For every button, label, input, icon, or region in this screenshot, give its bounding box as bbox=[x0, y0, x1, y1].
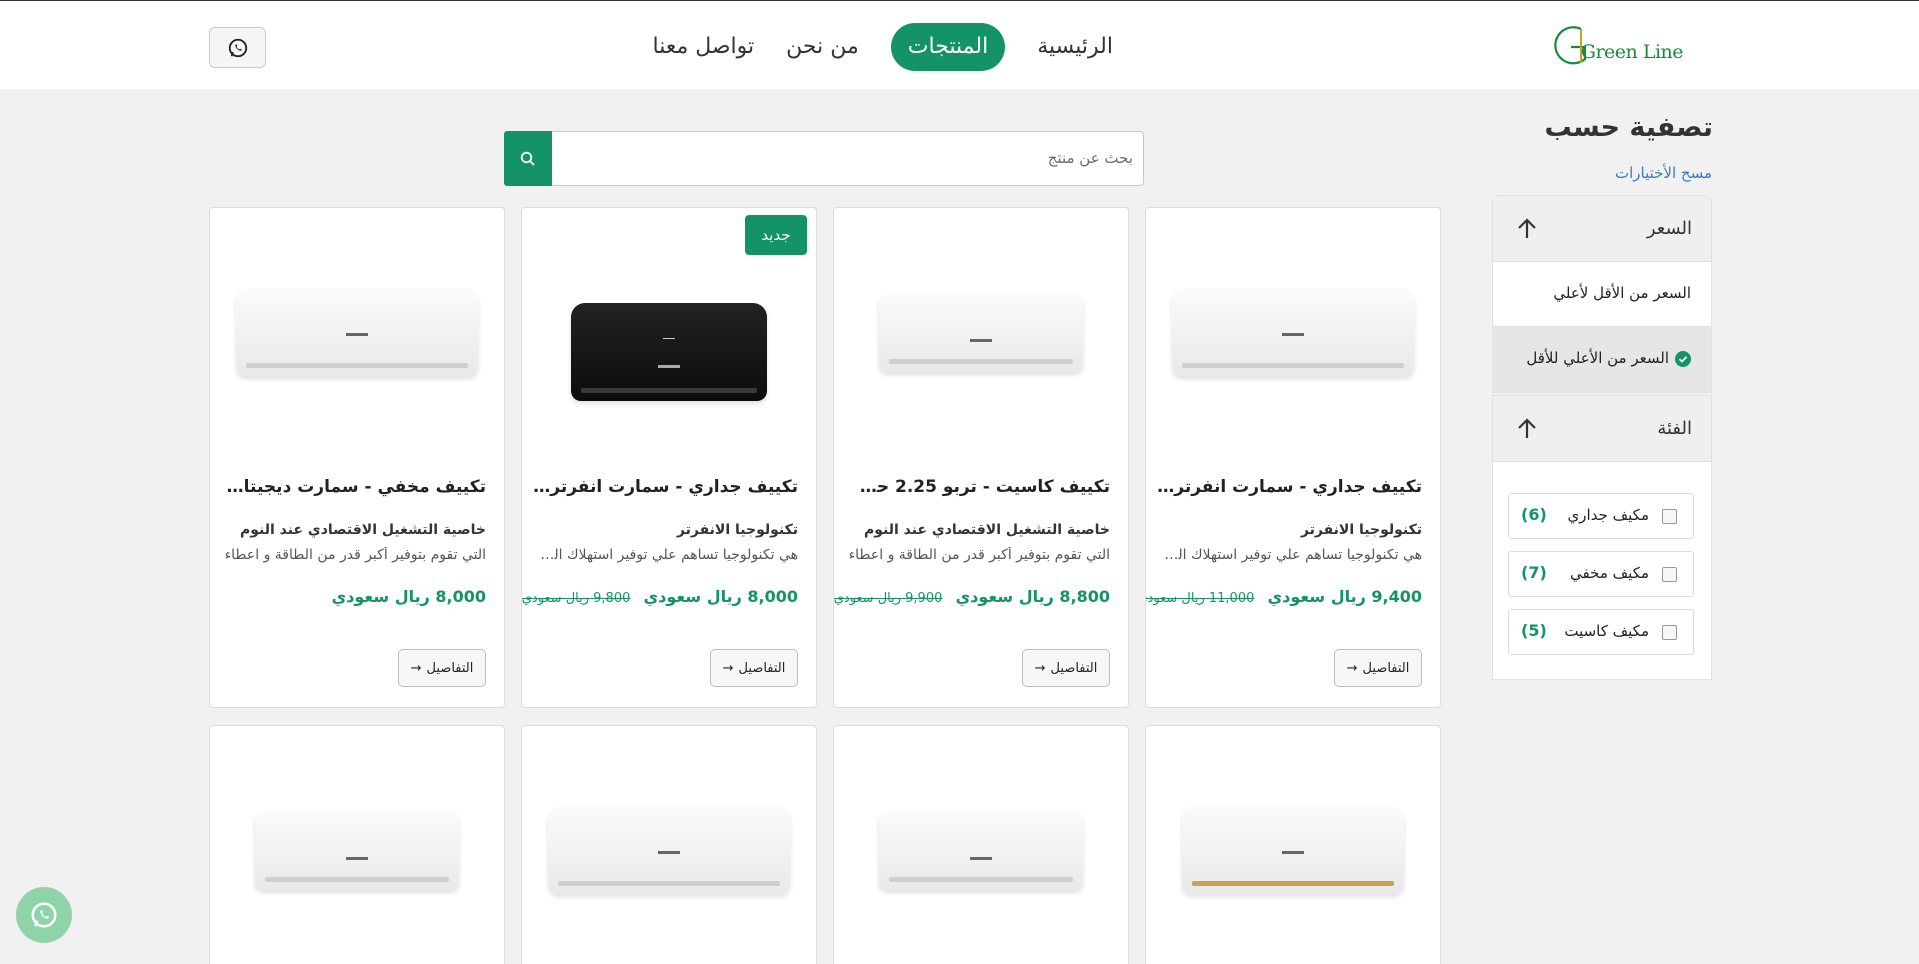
product-description: هي تكنولوجيا تساهم علي توفير استهلاك الك… bbox=[1157, 547, 1422, 563]
product-feature: تكنولوجيا الانفرتر bbox=[1300, 522, 1422, 538]
product-card[interactable] bbox=[521, 725, 817, 964]
current-price: 8,000 ريال سعودي bbox=[643, 587, 798, 606]
current-price: 9,400 ريال سعودي bbox=[1267, 587, 1422, 606]
category-option-wall[interactable]: مكيف جداري (6) bbox=[1508, 493, 1694, 539]
product-feature: تكنولوجيا الانفرتر bbox=[676, 522, 798, 538]
sort-high-to-low[interactable]: السعر من الأعلي للأقل bbox=[1493, 327, 1711, 392]
new-badge: جديد bbox=[745, 215, 807, 255]
category-count: (6) bbox=[1521, 505, 1547, 524]
filter-title: تصفية حسب bbox=[1544, 112, 1714, 143]
old-price: 9,900 ريال سعودي bbox=[833, 591, 943, 606]
nav-about[interactable]: من نحن bbox=[770, 23, 875, 71]
category-label: مكيف جداري bbox=[1567, 506, 1649, 524]
nav-home[interactable]: الرئيسية bbox=[1021, 23, 1129, 71]
product-card[interactable] bbox=[833, 725, 1129, 964]
main-nav: الرئيسية المنتجات من نحن تواصل معنا bbox=[636, 23, 1129, 71]
arrow-left-icon: → bbox=[1346, 660, 1358, 676]
arrow-left-icon: → bbox=[1034, 660, 1046, 676]
checkbox[interactable] bbox=[1662, 509, 1677, 524]
site-header: Green Line الرئيسية المنتجات من نحن تواص… bbox=[0, 1, 1919, 89]
product-title[interactable]: تكييف جداري - سمارت انفرتر بلازما bbox=[533, 477, 798, 497]
sort-option-label: السعر من الأقل لأعلي bbox=[1553, 284, 1691, 302]
whatsapp-button[interactable] bbox=[209, 27, 266, 68]
brand-logo[interactable]: Green Line bbox=[1547, 21, 1684, 71]
category-count: (5) bbox=[1521, 621, 1547, 640]
product-card[interactable]: تكييف مخفي - سمارت ديجيتال بارد خاصية ال… bbox=[209, 207, 505, 708]
arrow-left-icon: → bbox=[722, 660, 734, 676]
product-price: 8,800 ريال سعودي 9,900 ريال سعودي bbox=[834, 587, 1110, 606]
product-image bbox=[255, 812, 459, 890]
current-price: 8,000 ريال سعودي bbox=[331, 587, 486, 606]
product-title[interactable]: تكييف كاسيت - تربو 2.25 حصان بارد bbox=[845, 477, 1110, 497]
details-button[interactable]: التفاصيل → bbox=[1022, 649, 1110, 687]
product-card[interactable] bbox=[1145, 725, 1441, 964]
search-bar bbox=[504, 131, 1144, 186]
logo-text: Green Line bbox=[1580, 41, 1684, 63]
arrow-left-icon: → bbox=[410, 660, 422, 676]
product-card[interactable]: جديد تكييف جداري - سمارت انفرتر بلازما ت… bbox=[521, 207, 817, 708]
checkbox[interactable] bbox=[1662, 567, 1677, 582]
product-title[interactable]: تكييف مخفي - سمارت ديجيتال بارد bbox=[221, 477, 486, 497]
details-button[interactable]: التفاصيل → bbox=[398, 649, 486, 687]
current-price: 8,800 ريال سعودي bbox=[955, 587, 1110, 606]
product-image bbox=[548, 806, 790, 894]
arrow-up-icon bbox=[1518, 218, 1536, 238]
whatsapp-icon bbox=[31, 902, 57, 928]
details-button[interactable]: التفاصيل → bbox=[710, 649, 798, 687]
category-panel-title: الفئة bbox=[1657, 418, 1692, 439]
product-image bbox=[879, 812, 1083, 890]
details-label: التفاصيل bbox=[738, 660, 786, 676]
clear-filters-link[interactable]: مسح الأختيارات bbox=[1615, 164, 1712, 182]
product-description: التي تقوم بتوفير أكبر قدر من الطاقة و اع… bbox=[848, 547, 1110, 563]
nav-contact[interactable]: تواصل معنا bbox=[636, 23, 770, 71]
product-image bbox=[571, 303, 767, 401]
search-icon bbox=[520, 151, 535, 166]
product-card[interactable]: تكييف جداري - سمارت انفرتر بلس استهلاك ت… bbox=[1145, 207, 1441, 708]
product-card[interactable] bbox=[209, 725, 505, 964]
sort-low-to-high[interactable]: السعر من الأقل لأعلي bbox=[1493, 262, 1711, 327]
product-image bbox=[1172, 288, 1414, 376]
product-description: التي تقوم بتوفير أكبر قدر من الطاقة و اع… bbox=[224, 547, 486, 563]
category-label: مكيف مخفي bbox=[1570, 564, 1649, 582]
price-panel-header[interactable]: السعر bbox=[1493, 196, 1711, 262]
product-feature: خاصية التشغيل الاقتصادي عند النوم bbox=[863, 522, 1110, 538]
old-price: 11,000 ريال سعودي bbox=[1146, 591, 1255, 606]
product-price: 8,000 ريال سعودي 9,800 ريال سعودي bbox=[522, 587, 798, 606]
check-circle-icon bbox=[1675, 351, 1691, 367]
category-filter-panel: الفئة مكيف جداري (6) مكيف مخفي (7) مكيف … bbox=[1492, 395, 1712, 680]
category-label: مكيف كاسيت bbox=[1564, 622, 1649, 640]
category-count: (7) bbox=[1521, 563, 1547, 582]
product-price: 9,400 ريال سعودي 11,000 ريال سعودي bbox=[1146, 587, 1422, 606]
whatsapp-icon bbox=[228, 38, 247, 57]
category-panel-header[interactable]: الفئة bbox=[1493, 396, 1711, 462]
details-button[interactable]: التفاصيل → bbox=[1334, 649, 1422, 687]
whatsapp-float-button[interactable] bbox=[16, 887, 72, 943]
product-image bbox=[1182, 806, 1404, 894]
product-price: 8,000 ريال سعودي bbox=[331, 587, 486, 606]
product-card[interactable]: تكييف كاسيت - تربو 2.25 حصان بارد خاصية … bbox=[833, 207, 1129, 708]
price-filter-panel: السعر السعر من الأقل لأعلي السعر من الأع… bbox=[1492, 195, 1712, 393]
product-image bbox=[879, 294, 1083, 372]
nav-products[interactable]: المنتجات bbox=[890, 23, 1006, 71]
old-price: 9,800 ريال سعودي bbox=[521, 591, 631, 606]
checkbox[interactable] bbox=[1662, 625, 1677, 640]
details-label: التفاصيل bbox=[426, 660, 474, 676]
product-image bbox=[236, 288, 478, 376]
product-title[interactable]: تكييف جداري - سمارت انفرتر بلس استهلاك bbox=[1157, 477, 1422, 497]
details-label: التفاصيل bbox=[1050, 660, 1098, 676]
sort-option-label: السعر من الأعلي للأقل bbox=[1526, 349, 1669, 367]
details-label: التفاصيل bbox=[1362, 660, 1410, 676]
price-panel-title: السعر bbox=[1646, 218, 1692, 239]
category-option-cassette[interactable]: مكيف كاسيت (5) bbox=[1508, 609, 1694, 655]
category-option-concealed[interactable]: مكيف مخفي (7) bbox=[1508, 551, 1694, 597]
arrow-up-icon bbox=[1518, 418, 1536, 438]
product-feature: خاصية التشغيل الاقتصادي عند النوم bbox=[239, 522, 486, 538]
product-description: هي تكنولوجيا تساهم علي توفير استهلاك الك… bbox=[533, 547, 798, 563]
search-input[interactable] bbox=[573, 142, 1133, 174]
search-button[interactable] bbox=[504, 131, 552, 186]
